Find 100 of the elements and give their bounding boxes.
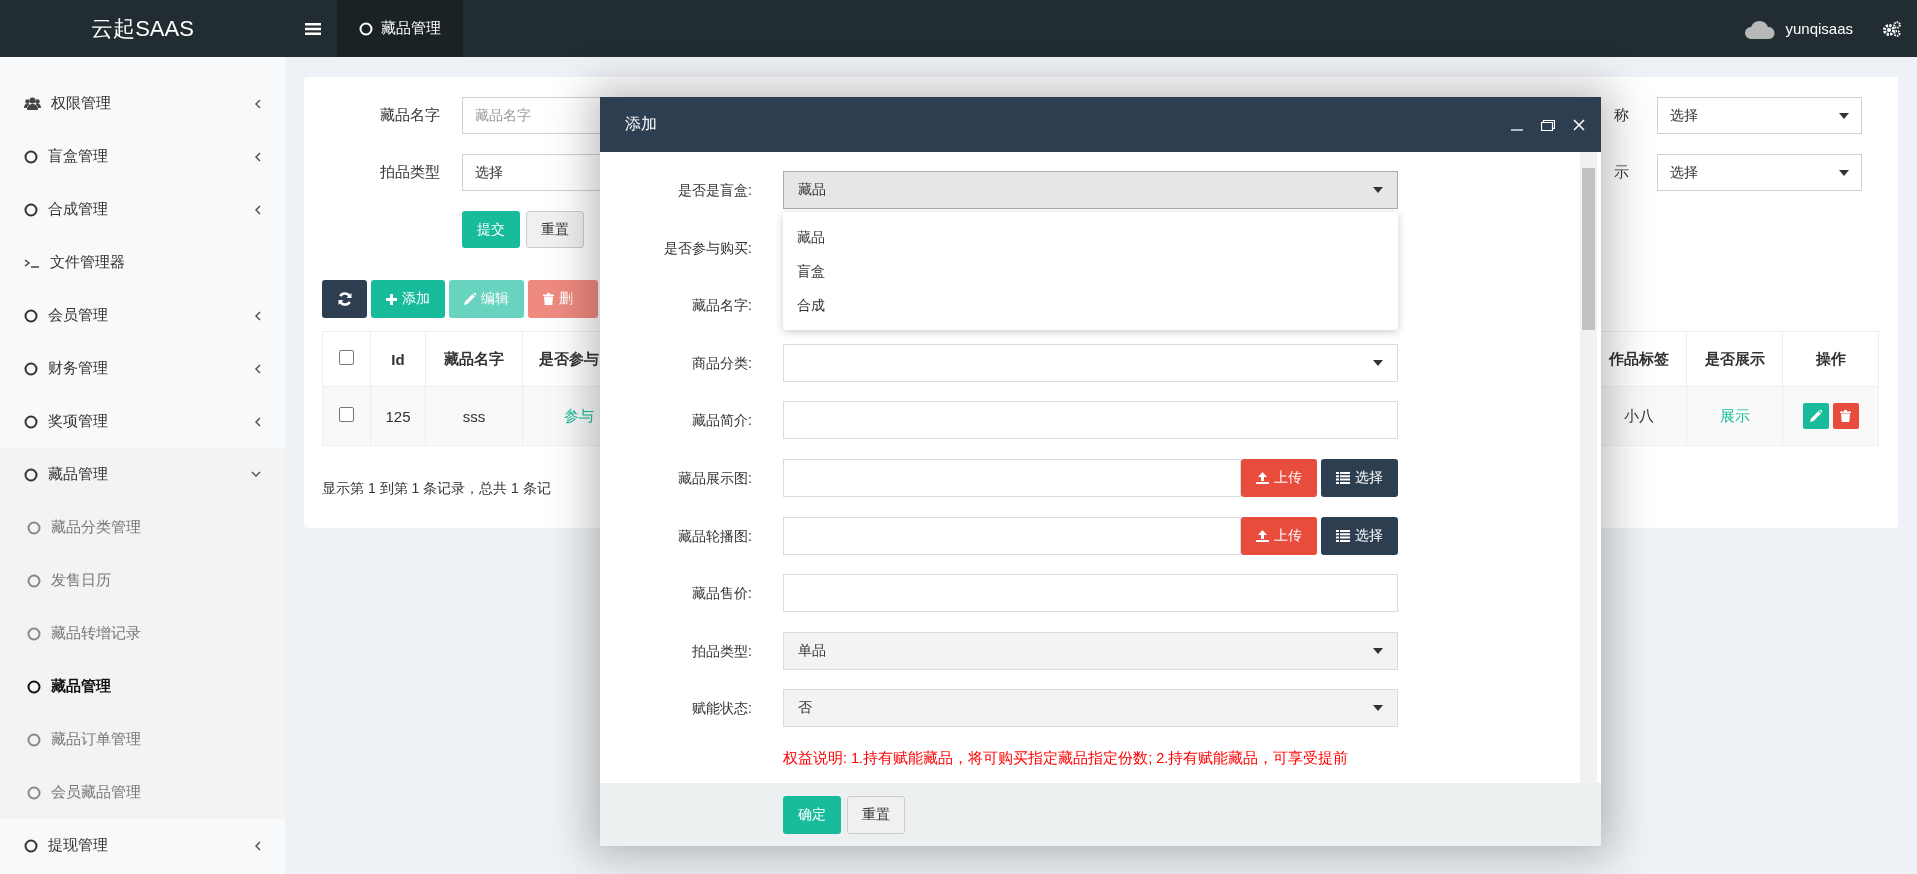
dropdown-option[interactable]: 合成 bbox=[783, 288, 1398, 322]
terminal-icon bbox=[24, 256, 40, 269]
pagination-info: 显示第 1 到第 1 条记录，总共 1 条记 bbox=[322, 480, 552, 498]
sidebar-item[interactable]: 盲盒管理 bbox=[0, 130, 285, 183]
sidebar-item[interactable]: 权限管理 bbox=[0, 77, 285, 130]
column-header: 是否展示 bbox=[1704, 349, 1765, 367]
chevron-left-icon bbox=[254, 363, 261, 374]
close-icon[interactable] bbox=[1573, 118, 1585, 131]
list-icon bbox=[1336, 529, 1350, 542]
scrollbar[interactable] bbox=[1580, 152, 1597, 783]
menu-icon[interactable] bbox=[305, 21, 321, 36]
caret-icon bbox=[1373, 187, 1383, 193]
table-cell: sss bbox=[462, 407, 486, 425]
column-header: 作品标签 bbox=[1608, 349, 1669, 367]
checkbox[interactable] bbox=[339, 350, 354, 365]
upload-icon bbox=[1256, 529, 1269, 542]
pencil-icon bbox=[1809, 410, 1822, 422]
refresh-icon bbox=[337, 292, 352, 306]
upload-icon bbox=[1256, 471, 1269, 484]
trash-icon bbox=[1840, 410, 1851, 422]
choose-button[interactable]: 选择 bbox=[1321, 516, 1398, 555]
dialog-title: 添加 bbox=[625, 114, 658, 134]
field-label: 是否是盲盒: bbox=[677, 181, 752, 200]
filter-label: 拍品类型 bbox=[379, 163, 440, 182]
chevron-left-icon bbox=[254, 204, 261, 215]
circle-icon bbox=[24, 202, 38, 217]
chevron-left-icon bbox=[254, 310, 261, 321]
table-cell: 125 bbox=[385, 407, 411, 425]
dropdown-option[interactable]: 盲盒 bbox=[783, 254, 1398, 288]
chevron-left-icon bbox=[254, 98, 261, 109]
circle-icon bbox=[24, 414, 38, 429]
circle-icon bbox=[27, 785, 41, 800]
select-field[interactable]: 藏品 bbox=[783, 171, 1398, 209]
field-label: 拍品类型: bbox=[691, 641, 752, 661]
column-header: 操作 bbox=[1815, 349, 1846, 367]
upload-button[interactable]: 上传 bbox=[1241, 516, 1317, 555]
column-header: 是否参与 bbox=[539, 349, 599, 367]
filter-select[interactable]: 选择 bbox=[1657, 154, 1862, 191]
column-header: 藏品名字 bbox=[444, 349, 504, 367]
trash-icon bbox=[543, 293, 554, 305]
select-field[interactable]: 单品 bbox=[783, 631, 1398, 670]
chevron-left-icon bbox=[254, 416, 261, 427]
plus-icon bbox=[386, 293, 397, 305]
sidebar-subitem[interactable]: 藏品订单管理 bbox=[0, 713, 285, 766]
delete-button[interactable] bbox=[1832, 403, 1859, 429]
list-icon bbox=[1336, 471, 1350, 484]
dropdown-option[interactable]: 藏品 bbox=[783, 220, 1398, 254]
sidebar-subitem[interactable]: 藏品转增记录 bbox=[0, 607, 285, 660]
reset-button[interactable]: 重置 bbox=[526, 211, 584, 248]
filter-select[interactable]: 选择 bbox=[1657, 97, 1862, 134]
caret-icon bbox=[1373, 359, 1383, 366]
sidebar-subitem[interactable]: 藏品分类管理 bbox=[0, 501, 285, 554]
page-tab[interactable]: 藏品管理 bbox=[337, 0, 463, 57]
circle-icon bbox=[27, 732, 41, 747]
caret-icon bbox=[1373, 647, 1383, 654]
caret-icon bbox=[1839, 112, 1849, 119]
reset-button[interactable]: 重置 bbox=[847, 795, 905, 834]
field-label: 藏品轮播图: bbox=[677, 526, 752, 546]
maximize-icon[interactable] bbox=[1541, 118, 1555, 131]
checkbox[interactable] bbox=[339, 407, 354, 422]
choose-button[interactable]: 选择 bbox=[1321, 458, 1398, 497]
column-header: Id bbox=[391, 350, 405, 368]
sidebar-item[interactable]: 文件管理器 bbox=[0, 236, 285, 289]
chevron-left-icon bbox=[254, 840, 261, 851]
filter-label: 藏品名字 bbox=[379, 106, 440, 125]
circle-icon bbox=[27, 679, 41, 694]
circle-icon bbox=[24, 149, 38, 164]
upload-button[interactable]: 上传 bbox=[1241, 458, 1317, 497]
circle-icon bbox=[27, 573, 41, 588]
sidebar-subitem[interactable]: 发售日历 bbox=[0, 554, 285, 607]
field-label: 藏品售价: bbox=[691, 584, 752, 604]
circle-icon bbox=[27, 626, 41, 641]
select-field[interactable] bbox=[783, 343, 1398, 382]
username[interactable]: yunqisaas bbox=[1785, 20, 1853, 37]
caret-icon bbox=[1373, 705, 1383, 712]
input-field[interactable] bbox=[783, 516, 1241, 555]
sidebar-subitem[interactable]: 会员藏品管理 bbox=[0, 766, 285, 819]
field-label: 藏品名字: bbox=[691, 296, 752, 316]
cloud-avatar-icon bbox=[1745, 18, 1776, 39]
field-label: 藏品展示图: bbox=[677, 468, 752, 488]
sidebar-item[interactable]: 提现管理 bbox=[0, 819, 285, 872]
chevron-left-icon bbox=[254, 151, 261, 162]
sidebar-item[interactable]: 财务管理 bbox=[0, 342, 285, 395]
circle-icon bbox=[24, 361, 38, 376]
input-field[interactable] bbox=[783, 458, 1241, 497]
select-field[interactable]: 否 bbox=[783, 689, 1398, 728]
sidebar-item[interactable]: 藏品管理 bbox=[0, 448, 285, 501]
sidebar-subitem[interactable]: 藏品管理 bbox=[0, 660, 285, 713]
edit-button[interactable] bbox=[1802, 403, 1829, 429]
refresh-button[interactable] bbox=[322, 280, 367, 318]
app-logo[interactable]: 云起SAAS bbox=[0, 13, 285, 44]
input-field[interactable] bbox=[783, 574, 1398, 613]
field-label: 是否参与购买: bbox=[663, 238, 752, 258]
sidebar-item[interactable]: 会员管理 bbox=[0, 289, 285, 342]
sidebar-item[interactable]: 合成管理 bbox=[0, 183, 285, 236]
circle-icon bbox=[24, 467, 38, 482]
chevron-down-icon bbox=[251, 471, 261, 478]
settings-icon[interactable] bbox=[1883, 20, 1901, 37]
sidebar-item[interactable]: 奖项管理 bbox=[0, 395, 285, 448]
input-field[interactable] bbox=[783, 401, 1398, 440]
